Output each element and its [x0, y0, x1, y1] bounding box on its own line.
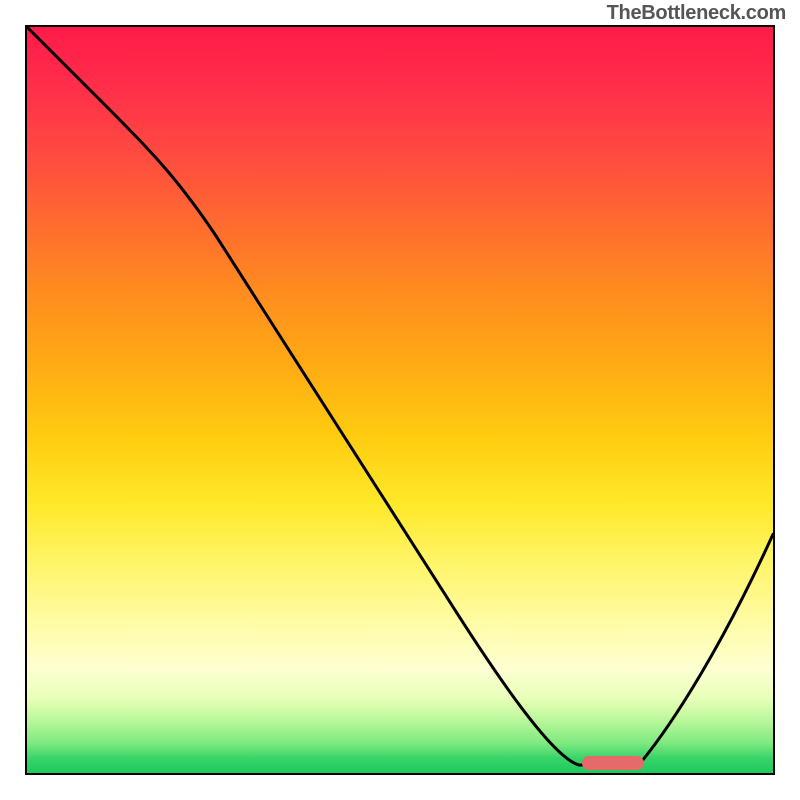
chart-container — [25, 25, 775, 775]
curve-path — [27, 27, 773, 765]
bottleneck-curve — [27, 27, 773, 773]
attribution-text: TheBottleneck.com — [607, 2, 786, 25]
optimal-marker — [582, 756, 644, 770]
